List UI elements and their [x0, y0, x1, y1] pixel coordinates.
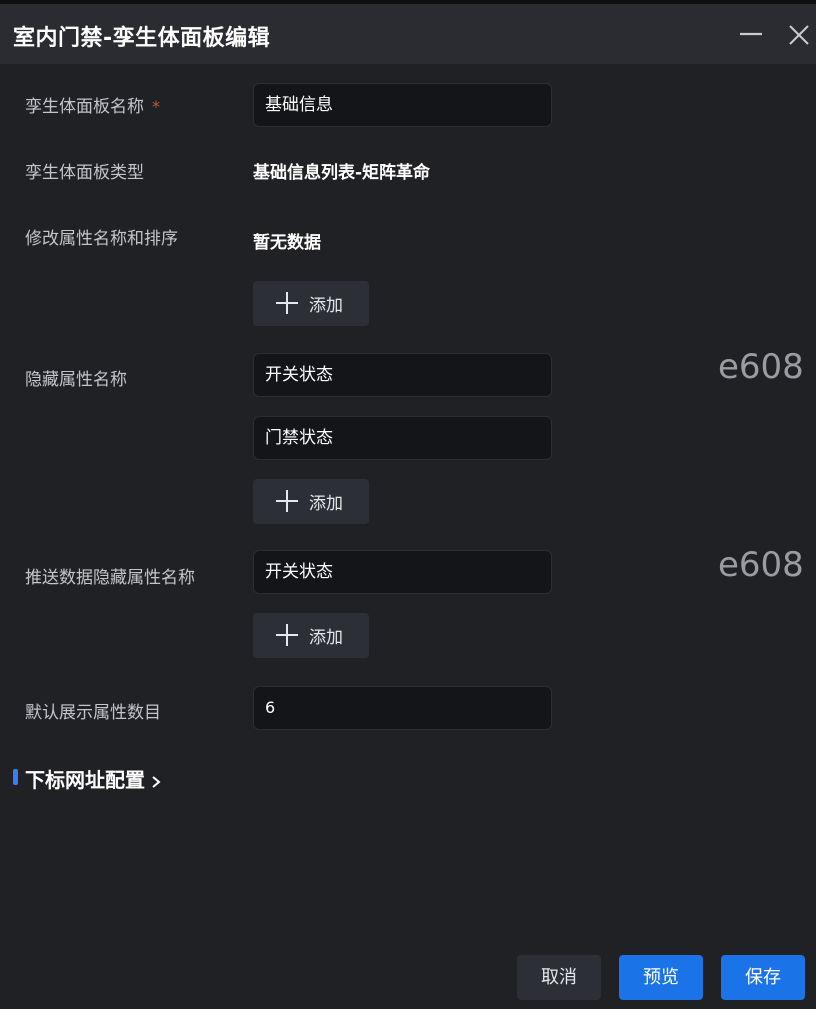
hidden-attrs-label: 隐藏属性名称 — [25, 370, 127, 390]
minimize-button[interactable] — [738, 22, 764, 48]
panel-type-label: 孪生体面板类型 — [25, 163, 144, 183]
section-accent-bar — [13, 769, 18, 785]
dialog-title: 室内门禁-孪生体面板编辑 — [13, 26, 271, 51]
url-config-section-toggle[interactable]: 下标网址配置 — [25, 764, 161, 794]
required-mark: * — [152, 97, 160, 116]
rename-sort-label: 修改属性名称和排序 — [25, 229, 178, 249]
hidden-attr-input-1[interactable]: 开关状态 — [253, 353, 552, 397]
edit-dialog: 室内门禁-孪生体面板编辑 孪生体面板名称 * 基础信息 孪生体面板类型 基础信息列… — [0, 0, 816, 1009]
rename-sort-add-button[interactable]: 添加 — [253, 281, 369, 326]
chevron-right-icon — [151, 770, 161, 794]
add-button-label: 添加 — [309, 296, 343, 316]
push-hidden-attrs-watermark: e608 — [718, 545, 804, 585]
push-hidden-attrs-label: 推送数据隐藏属性名称 — [25, 568, 195, 588]
rename-sort-empty-text: 暂无数据 — [253, 233, 321, 253]
hidden-attr-input-2[interactable]: 门禁状态 — [253, 416, 552, 460]
dialog-header: 室内门禁-孪生体面板编辑 — [0, 4, 816, 64]
push-hidden-attr-input-1[interactable]: 开关状态 — [253, 550, 552, 594]
panel-name-label-text: 孪生体面板名称 — [25, 97, 144, 117]
panel-name-input[interactable]: 基础信息 — [253, 83, 552, 127]
plus-icon — [276, 624, 298, 646]
hidden-attrs-watermark: e608 — [718, 347, 804, 387]
plus-icon — [276, 490, 298, 512]
hidden-attrs-add-button[interactable]: 添加 — [253, 479, 369, 524]
close-icon — [789, 25, 809, 45]
cancel-button[interactable]: 取消 — [517, 955, 601, 1000]
add-button-label: 添加 — [309, 494, 343, 514]
push-hidden-attrs-add-button[interactable]: 添加 — [253, 613, 369, 658]
section-title-text: 下标网址配置 — [25, 768, 145, 792]
panel-name-label: 孪生体面板名称 * — [25, 92, 160, 117]
close-button[interactable] — [786, 22, 812, 48]
save-button[interactable]: 保存 — [721, 955, 805, 1000]
minimize-icon — [740, 32, 762, 36]
panel-type-value: 基础信息列表-矩阵革命 — [253, 163, 431, 183]
plus-icon — [276, 292, 298, 314]
add-button-label: 添加 — [309, 628, 343, 648]
preview-button[interactable]: 预览 — [619, 955, 703, 1000]
default-count-input[interactable]: 6 — [253, 686, 552, 730]
default-count-label: 默认展示属性数目 — [25, 703, 161, 723]
